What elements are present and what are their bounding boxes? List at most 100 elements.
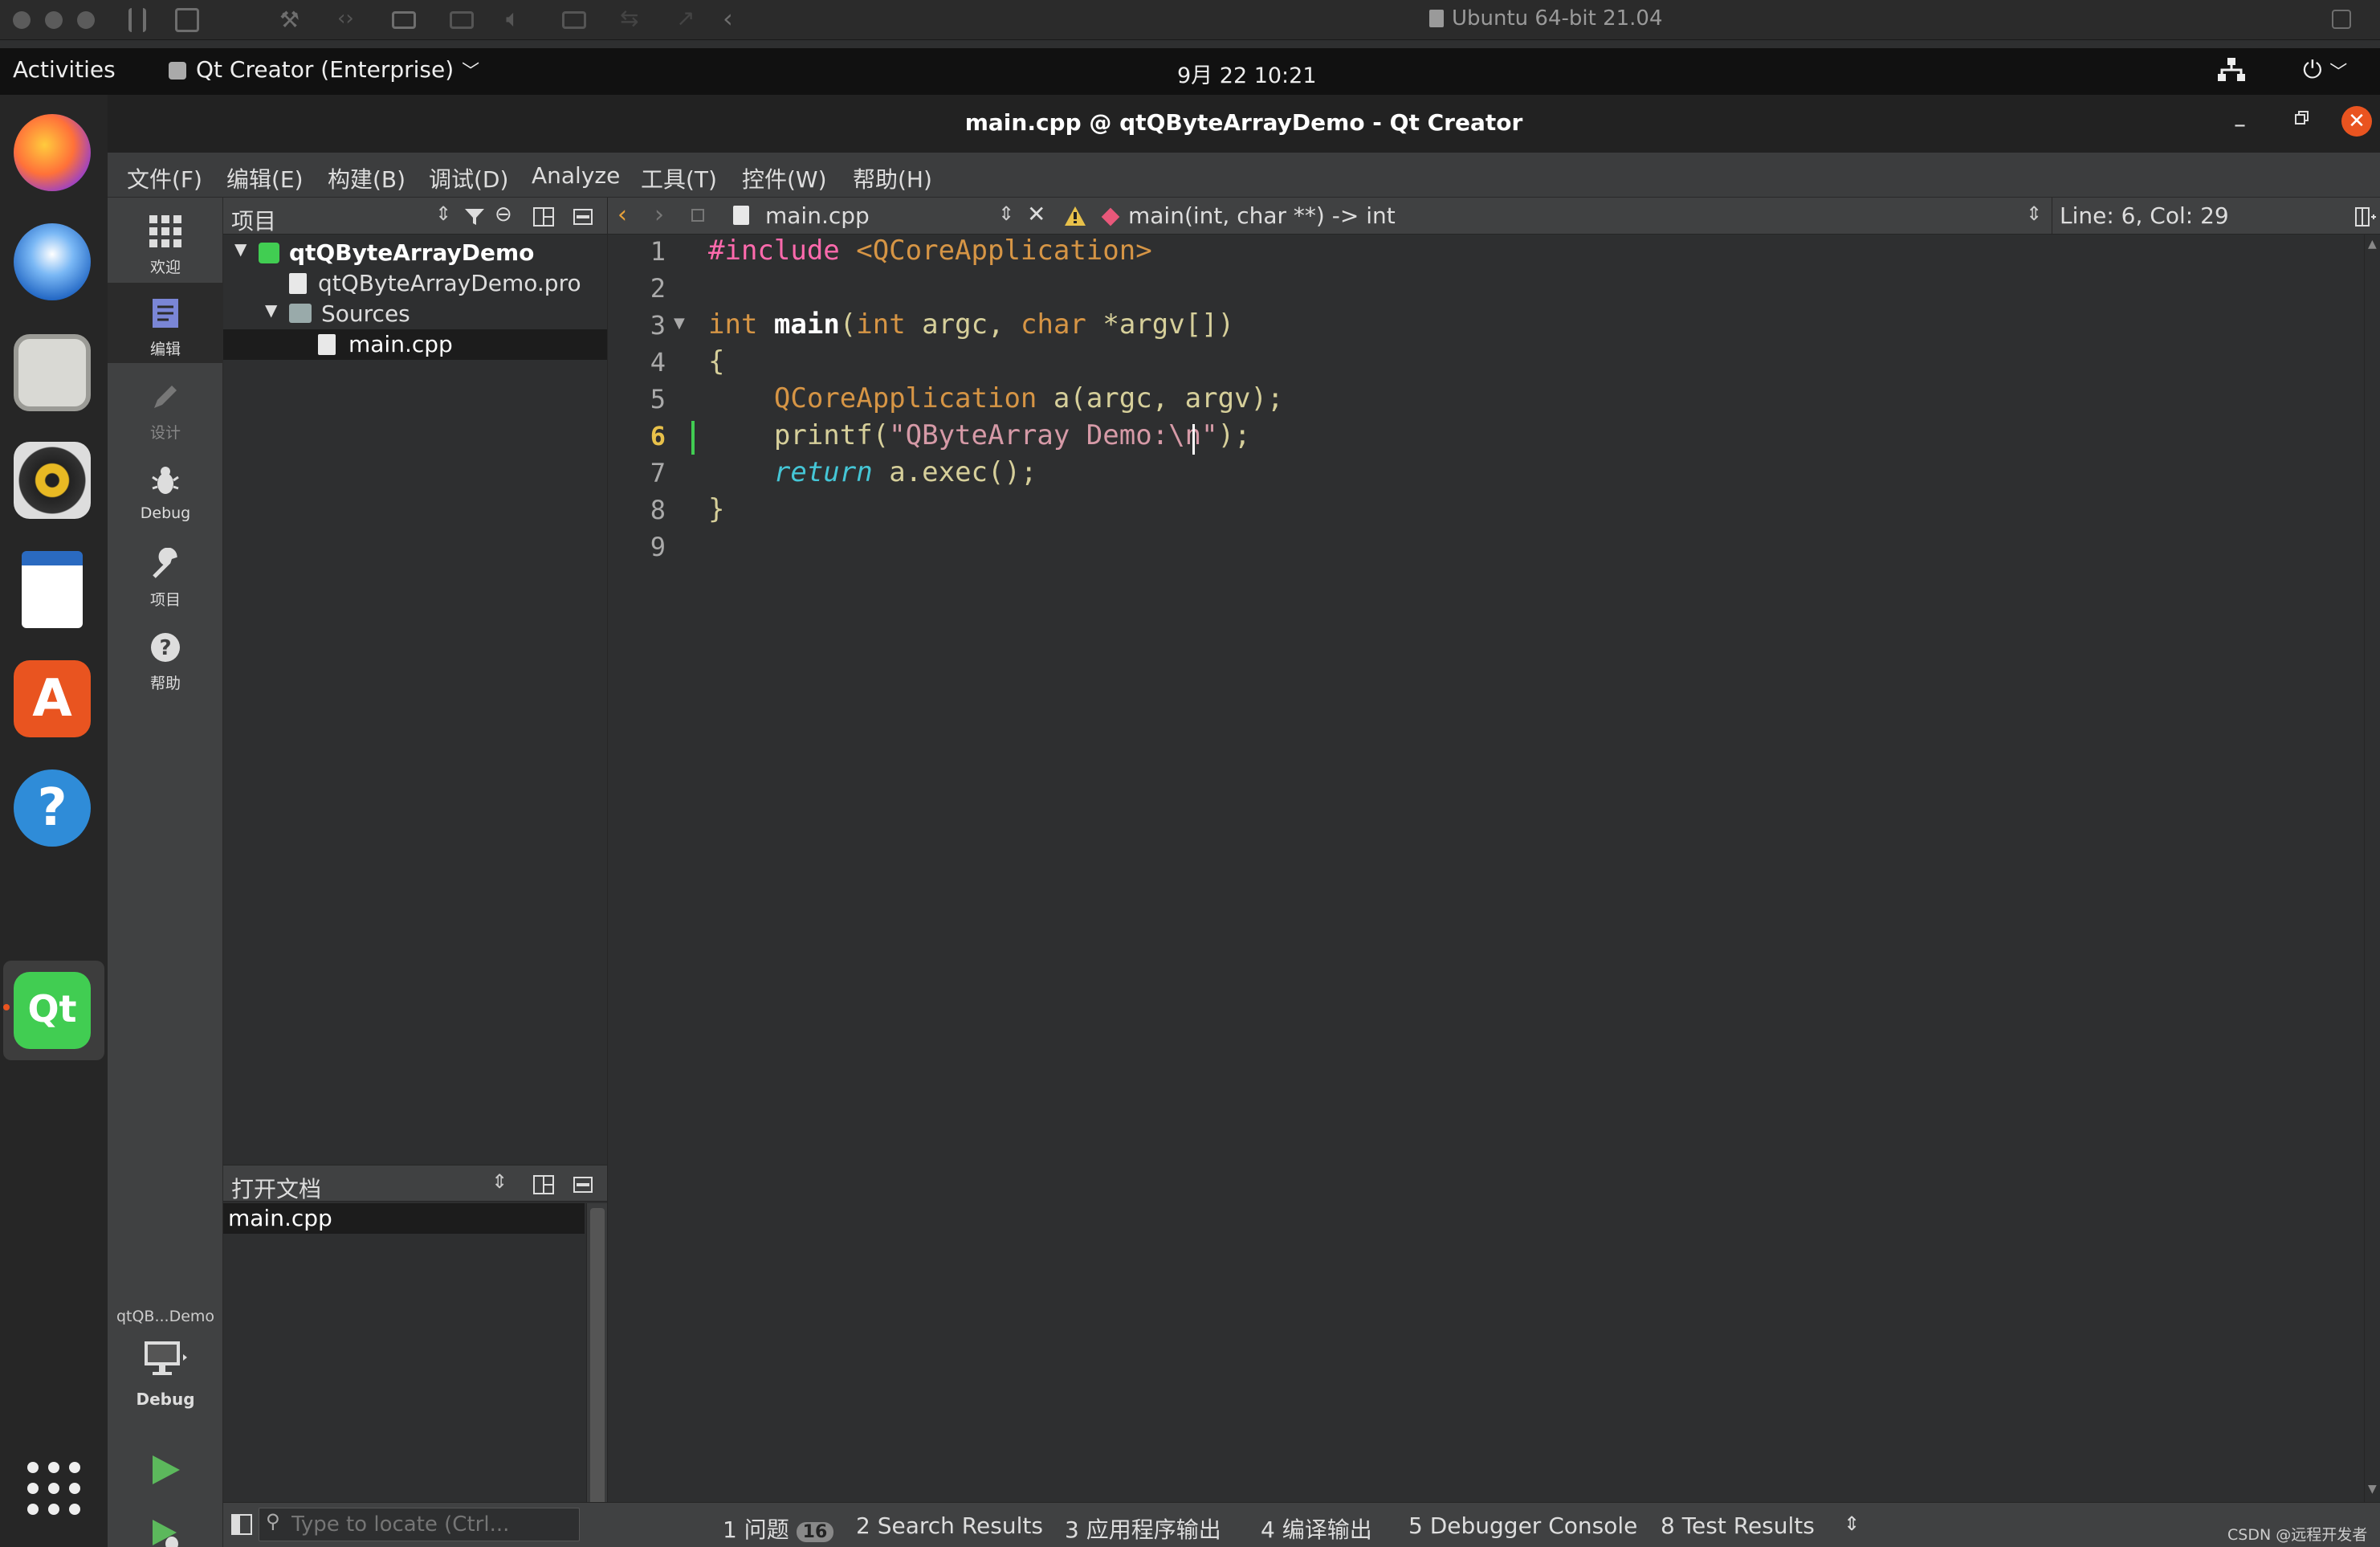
files-icon[interactable] bbox=[14, 334, 91, 411]
window-titlebar[interactable]: main.cpp @ qtQByteArrayDemo - Qt Creator… bbox=[108, 95, 2380, 153]
tab-application-output[interactable]: 3 应用程序输出 bbox=[1065, 1512, 1221, 1545]
mode-projects[interactable]: 项目 bbox=[108, 533, 223, 614]
tab-search-results[interactable]: 2 Search Results bbox=[856, 1512, 1043, 1539]
tab-test-results[interactable]: 8 Test Results bbox=[1661, 1512, 1815, 1539]
sort-updown-icon[interactable]: ⇕ bbox=[2026, 202, 2042, 225]
locator[interactable]: ⚲ bbox=[259, 1508, 580, 1541]
maximize-button[interactable] bbox=[2293, 109, 2311, 127]
filter-icon[interactable] bbox=[464, 207, 485, 227]
help-icon[interactable]: ? bbox=[14, 769, 91, 847]
tab-debugger-console[interactable]: 5 Debugger Console bbox=[1408, 1512, 1637, 1539]
vm-fullscreen-icon[interactable] bbox=[2332, 10, 2351, 29]
menu-tools[interactable]: 工具(T) bbox=[641, 162, 717, 194]
menu-edit[interactable]: 编辑(E) bbox=[226, 162, 304, 194]
qt-creator-icon[interactable]: Qt bbox=[14, 972, 91, 1049]
vm-sound-icon[interactable]: 🔈︎ bbox=[506, 5, 520, 33]
link-icon[interactable]: ⊖ bbox=[495, 202, 512, 227]
more-tabs-updown-icon[interactable]: ⇕ bbox=[1844, 1512, 1860, 1535]
mode-label: 设计 bbox=[149, 424, 181, 442]
projects-title[interactable]: 项目 bbox=[231, 204, 276, 236]
tree-row-project[interactable]: ▼ qtQByteArrayDemo bbox=[223, 238, 607, 268]
show-applications-icon[interactable] bbox=[26, 1460, 82, 1516]
warning-icon[interactable] bbox=[1064, 206, 1086, 227]
open-docs-title[interactable]: 打开文档 bbox=[231, 1172, 321, 1204]
tree-row-main-cpp[interactable]: main.cpp bbox=[223, 329, 607, 360]
close-document-icon[interactable]: ✕ bbox=[1027, 201, 1045, 227]
toggle-sidebar-icon[interactable] bbox=[231, 1514, 252, 1535]
activities-button[interactable]: Activities bbox=[13, 56, 116, 83]
split-icon[interactable] bbox=[2355, 207, 2376, 227]
vm-snapshot-icon[interactable] bbox=[175, 8, 199, 32]
tab-compile-output[interactable]: 4 编译输出 bbox=[1261, 1512, 1372, 1545]
sort-updown-icon[interactable]: ⇕ bbox=[491, 1170, 507, 1193]
locator-input[interactable] bbox=[291, 1510, 573, 1539]
kit-selector[interactable] bbox=[143, 1340, 188, 1388]
sort-updown-icon[interactable]: ⇕ bbox=[998, 202, 1014, 225]
expand-arrow-icon[interactable]: ▼ bbox=[234, 239, 247, 259]
vm-usb-icon[interactable]: ⇆ bbox=[620, 5, 638, 31]
close-panel-icon[interactable] bbox=[573, 1177, 593, 1193]
vm-settings-icon[interactable]: ⚒ bbox=[279, 6, 300, 33]
menu-analyze[interactable]: Analyze bbox=[532, 162, 620, 189]
software-store-icon[interactable]: A bbox=[14, 660, 91, 737]
fold-marker-icon[interactable]: ▼ bbox=[674, 315, 685, 332]
mode-welcome[interactable]: 欢迎 bbox=[108, 201, 223, 281]
writer-icon[interactable] bbox=[22, 551, 83, 628]
mode-edit[interactable]: 编辑 bbox=[108, 283, 223, 363]
menu-build[interactable]: 构建(B) bbox=[328, 162, 405, 194]
firefox-icon[interactable] bbox=[14, 114, 91, 191]
minimize-button[interactable]: – bbox=[2234, 111, 2246, 139]
power-icon[interactable]: ⏻ ﹀ bbox=[2303, 56, 2347, 84]
rhythmbox-icon[interactable] bbox=[14, 442, 91, 519]
open-docs-scrollbar[interactable] bbox=[586, 1203, 607, 1547]
vm-close-button[interactable] bbox=[13, 11, 31, 29]
document-selector[interactable]: main.cpp bbox=[765, 202, 870, 229]
scroll-thumb[interactable] bbox=[590, 1208, 605, 1534]
expand-arrow-icon[interactable]: ▼ bbox=[265, 300, 277, 320]
open-doc-item[interactable]: main.cpp bbox=[223, 1203, 585, 1234]
tree-label-sources: Sources bbox=[321, 300, 410, 327]
mode-design[interactable]: 设计 bbox=[108, 366, 223, 447]
menu-widgets[interactable]: 控件(W) bbox=[742, 162, 827, 194]
vm-drive-icon[interactable] bbox=[392, 11, 416, 29]
split-icon[interactable] bbox=[533, 207, 554, 227]
vm-share-icon[interactable]: ↗ bbox=[676, 5, 695, 31]
editor-scrollbar[interactable]: ▲ ▼ bbox=[2364, 235, 2380, 1502]
vm-pause-icon[interactable] bbox=[128, 8, 146, 32]
symbol-selector[interactable]: main(int, char **) -> int bbox=[1128, 202, 1396, 229]
vm-back-icon[interactable]: ‹ bbox=[723, 3, 733, 34]
run-icon[interactable] bbox=[148, 1452, 183, 1488]
clock[interactable]: 9月 22 10:21 bbox=[1177, 58, 1317, 89]
debug-run-icon[interactable] bbox=[148, 1516, 183, 1547]
mode-help[interactable]: ? 帮助 bbox=[108, 617, 223, 697]
vm-printer-icon[interactable] bbox=[450, 11, 474, 29]
tree-row-pro-file[interactable]: qtQByteArrayDemo.pro bbox=[223, 268, 607, 299]
vm-code-icon[interactable]: ‹› bbox=[337, 6, 354, 31]
menu-help[interactable]: 帮助(H) bbox=[853, 162, 932, 194]
sort-updown-icon[interactable]: ⇕ bbox=[435, 202, 451, 225]
tab-issues[interactable]: 1 问题 16 bbox=[723, 1512, 834, 1545]
vm-minimize-button[interactable] bbox=[45, 11, 63, 29]
scroll-down-icon[interactable]: ▼ bbox=[2368, 1483, 2377, 1496]
tree-row-sources[interactable]: ▼ Sources bbox=[223, 299, 607, 329]
scroll-up-icon[interactable]: ▲ bbox=[2368, 238, 2377, 251]
lock-icon[interactable] bbox=[691, 209, 704, 222]
app-menu[interactable]: Qt Creator (Enterprise) ﹀ bbox=[169, 56, 479, 83]
close-panel-icon[interactable] bbox=[573, 209, 593, 225]
vm-camera-icon[interactable] bbox=[562, 11, 586, 29]
mode-debug[interactable]: Debug bbox=[108, 450, 223, 530]
vm-zoom-button[interactable] bbox=[77, 11, 95, 29]
thunderbird-icon[interactable] bbox=[14, 223, 91, 300]
close-button[interactable]: ✕ bbox=[2341, 106, 2372, 137]
back-arrow-icon[interactable]: ‹ bbox=[617, 201, 627, 229]
split-icon[interactable] bbox=[533, 1175, 554, 1194]
network-icon[interactable] bbox=[2218, 58, 2245, 82]
code-editor[interactable]: #include <QCoreApplication> int main(int… bbox=[699, 235, 2364, 1502]
cursor-position[interactable]: Line: 6, Col: 29 bbox=[2060, 202, 2229, 229]
menu-debug[interactable]: 调试(D) bbox=[429, 162, 508, 194]
forward-arrow-icon[interactable]: › bbox=[654, 201, 664, 229]
cpp-file-icon bbox=[318, 334, 336, 355]
function-symbol-icon bbox=[1101, 207, 1120, 227]
menu-file[interactable]: 文件(F) bbox=[127, 162, 202, 194]
